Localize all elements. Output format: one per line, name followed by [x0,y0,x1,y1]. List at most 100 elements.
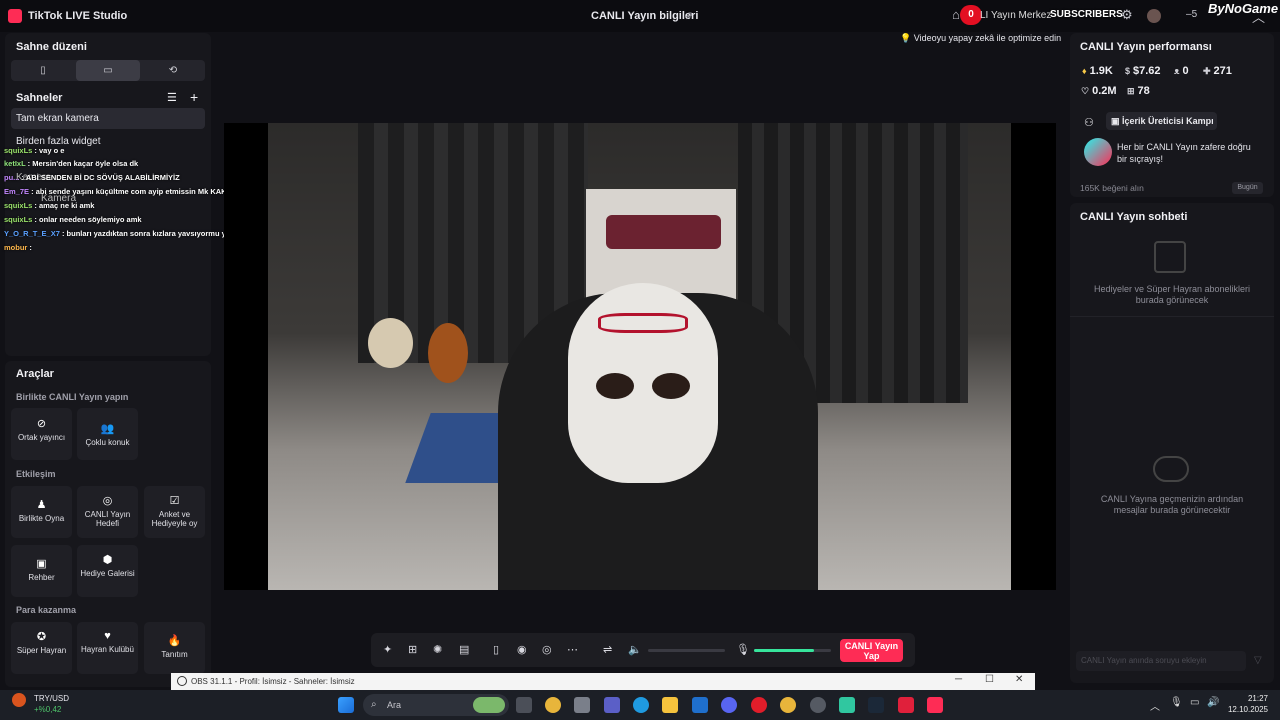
maximize-icon[interactable]: ☐ [985,674,994,685]
outlook-icon[interactable] [692,697,708,713]
layout-landscape-button[interactable]: ▭ [76,60,140,81]
tool-poll[interactable]: ☑ Anket ve Hediyeyle oy [144,486,205,538]
chrome-icon[interactable] [545,697,561,713]
teams-icon[interactable] [604,697,620,713]
chevron-up-icon[interactable]: ︿ [1252,7,1265,26]
tool-co-host[interactable]: ⊘ Ortak yayıncı [11,408,72,460]
layout-portrait-button[interactable]: ▯ [11,60,75,81]
tab-creator-camp[interactable]: ▣ İçerik Üreticisi Kampı [1106,112,1217,130]
steam-icon[interactable] [868,697,884,713]
trophy-icon [1084,138,1112,166]
tool-fan-club[interactable]: ♥ Hayran Kulübü [77,622,138,674]
phone-icon[interactable]: ▯ [493,643,499,656]
go-live-button[interactable]: CANLI Yayın Yap [840,639,903,662]
opera-icon[interactable] [751,697,767,713]
more-icon[interactable]: ⋯ [567,643,578,656]
obs-taskbar-icon[interactable] [810,697,826,713]
bynogame-watermark: ByNoGame [1208,1,1279,16]
camp-icon: ▣ [1111,116,1120,126]
add-user-icon[interactable]: ⚇ [1084,116,1094,129]
chat-question-input[interactable]: CANLI Yayın anında soruyu ekleyin [1076,651,1246,671]
chat-title: CANLI Yayın sohbeti [1080,211,1188,223]
mic-icon[interactable]: 🎙 [736,643,750,656]
list-icon[interactable]: ☰ [167,91,177,104]
layout-rotate-button[interactable]: ⟲ [141,60,205,81]
clock-date[interactable]: 12.10.2025 [1218,705,1268,714]
speaker-icon[interactable]: 🔈 [628,643,642,656]
currency-icon [12,693,26,707]
gifts-empty-text: Hediyeler ve Süper Hayran abonelikleri bu… [1093,284,1251,305]
screen-icon[interactable]: ▤ [459,643,469,656]
avatar[interactable] [1147,9,1161,23]
stat-likes: ♡ 0.2M [1081,85,1117,97]
chrome-2-icon[interactable] [780,697,796,713]
share-icon[interactable]: ⇗ [684,9,693,22]
scene-item-fullscreen-camera[interactable]: Tam ekran kamera [11,108,205,129]
tray-display-icon[interactable]: ▭ [1190,697,1199,708]
chat-panel [1070,203,1274,683]
mixer-icon[interactable]: ⇌ [603,643,612,656]
chat-bubble-icon [1153,456,1189,482]
tray-mic-icon[interactable]: 🎙 [1170,697,1183,708]
taskbar-search[interactable]: ⌕ Ara [363,694,509,716]
search-placeholder: Ara [387,700,402,710]
start-icon[interactable] [338,697,354,713]
app-green-icon[interactable] [839,697,855,713]
preview-stage[interactable] [224,123,1056,590]
edge-icon[interactable] [633,697,649,713]
today-badge: Bugün [1232,182,1263,194]
filter-icon[interactable]: ▽ [1254,655,1262,666]
store-icon[interactable] [574,697,590,713]
chat-message: onlar needen söylemiyo amk [39,215,142,224]
chat-username: Y_O_R_T_E_X7 [4,229,60,238]
mic-slider[interactable] [754,649,831,652]
minimize-icon[interactable]: ─ [955,674,962,685]
tool-guide[interactable]: ▣ Rehber [11,545,72,597]
tool-promote[interactable]: 🔥 Tanıtım [144,622,205,674]
explorer-icon[interactable] [662,697,678,713]
record-icon[interactable]: ◉ [517,643,527,656]
lightbulb-icon: 💡 [900,33,912,43]
tool-play-together[interactable]: ♟ Birlikte Oyna [11,486,72,538]
effects-icon[interactable]: ✺ [433,643,442,656]
task-view-icon[interactable] [516,697,532,713]
messages-empty-text: CANLI Yayına geçmenizin ardından mesajlar… [1100,494,1244,515]
poll-icon: ☑ [169,495,180,507]
gift-gallery-icon: ⬢ [102,554,113,566]
layout-selector: ▯ ▭ ⟲ [11,60,205,81]
live-info-title[interactable]: CANLI Yayın bilgileri [591,10,698,22]
teddy-bear [368,318,413,368]
chat-username: squixLs [4,201,33,210]
mask-mark [598,313,688,333]
obs-logo-icon [177,676,187,686]
camera-feed [268,123,1011,590]
tool-gift-gallery[interactable]: ⬢ Hediye Galerisi [77,545,138,597]
add-source-icon[interactable]: ⊞ [408,643,417,656]
obs-window-bar[interactable]: OBS 31.1.1 - Profil: İsimsiz - Sahneler:… [171,673,1035,690]
tiktok-live-studio-window: TikTok LIVE Studio CANLI Yayın bilgileri… [0,0,1280,690]
volume-slider[interactable] [648,649,725,652]
tool-live-goal[interactable]: ◎ CANLI Yayın Hedefi [77,486,138,538]
magic-wand-icon[interactable]: ✦ [383,643,392,656]
link-icon: ⊘ [36,418,47,430]
right-count: –5 [1186,9,1198,20]
close-icon[interactable]: ✕ [1015,674,1023,685]
discord-icon[interactable] [721,697,737,713]
add-scene-icon[interactable]: + [190,89,198,105]
optimize-hint[interactable]: 💡 Videoyu yapay zekâ ile optimize edin [900,33,1064,49]
group-title-interaction: Etkileşim [16,469,56,479]
camera-settings-icon[interactable]: ◎ [542,643,552,656]
tools-title: Araçlar [16,368,54,380]
go-live-label: CANLI Yayın [844,641,899,651]
guitar [428,323,468,383]
tool-super-fan[interactable]: ✪ Süper Hayran [11,622,72,674]
tray-chevron-icon[interactable]: ︿ [1150,698,1160,713]
clock-time[interactable]: 21:27 [1230,694,1268,703]
home-icon[interactable]: ⌂ [952,7,960,22]
guide-icon: ▣ [36,558,47,570]
tiktok-live-icon[interactable] [927,697,943,713]
youtube-icon[interactable] [898,697,914,713]
tool-multi-guest[interactable]: 👥 Çoklu konuk [77,408,138,460]
settings-icon[interactable]: ⚙ [1121,7,1133,23]
scene-layout-title: Sahne düzeni [16,41,87,53]
